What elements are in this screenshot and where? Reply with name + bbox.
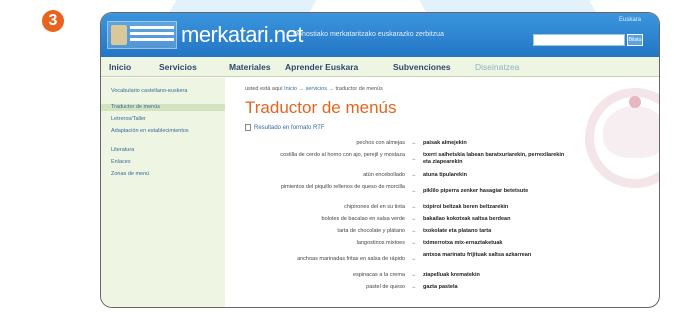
basque-dish: piklilo piperra zenker hasagiar betetsut… [423,188,529,194]
basque-dish: tximerrotxa mix-ernaztaketuak [423,240,503,246]
spanish-dish: pechos con almejas [356,140,405,146]
page-title: Traductor de menús [245,98,397,117]
nav-item-inicio[interactable]: Inicio [109,62,131,72]
site-title[interactable]: merkatari.net [181,22,303,48]
spanish-dish: pastel de queso [366,284,405,290]
spanish-dish: anchoas marinadas fritas en salsa de ráp… [297,256,405,262]
arrow-icon: → [411,216,417,222]
sidebar-item-zonas[interactable]: Zonas de menú [101,171,225,178]
step-number-badge: 3 [42,10,64,32]
nav-item-subvenciones[interactable]: Subvenciones [393,62,451,72]
seal-icon [111,25,127,45]
document-icon [245,124,251,131]
sidebar-item-letreros[interactable]: Letreros/Taller [101,116,225,123]
basque-dish: atuna tipularekin [423,172,468,178]
decorative-cherry [629,96,641,108]
main-content: usted está aquí Inicio → servicios → tra… [225,78,659,307]
sidebar-item-adaptacion[interactable]: Adaptación en establecimientos [101,128,225,135]
language-link[interactable]: Euskara [619,17,641,23]
breadcrumb-current: traductor de menús [335,86,383,92]
arrow-icon: → [411,156,417,162]
spanish-dish: atún encebollado [363,172,405,178]
arrow-icon: → [411,172,417,178]
logo-text-lines [130,26,174,29]
basque-dish: txipiroi beltzak beren beltzarekin [423,204,509,210]
arrow-icon: → [411,228,417,234]
sidebar-item-enlaces[interactable]: Enlaces [101,159,225,166]
spanish-dish: tarta de chocolate y plátano [337,228,405,234]
sidebar-item-traductor[interactable]: Traductor de menús [101,104,225,111]
spanish-dish: espinacas a la crema [353,272,405,278]
arrow-icon: → [411,240,417,246]
basque-dish: ziapelluak krematekin [423,272,480,278]
spanish-dish: costilla de cerdo al horno con ajo, pere… [280,152,405,158]
basque-dish: txokolate eta platano tarta [423,228,492,234]
sidebar-item-vocabulario[interactable]: Vocabulario castellano-euskera [101,88,225,95]
arrow-icon: → [411,140,417,146]
spanish-dish: chipirones del en su tinta [344,204,405,210]
nav-item-aprender-euskara[interactable]: Aprender Euskara [285,62,358,72]
rtf-download-link[interactable]: Resultado en formato RTF [245,124,325,131]
search-input[interactable] [533,34,625,46]
basque-dish: txerri saihetskia labean baratxuriarekin… [423,152,565,165]
breadcrumb-separator: → [298,86,305,92]
breadcrumb: usted está aquí Inicio → servicios → tra… [245,86,383,92]
basque-dish: bakailao kokotxak saltsa berdean [423,216,511,222]
basque-dish: paisak almejekin [423,140,467,146]
decorative-cream [603,106,659,158]
site-header: merkatari.net Donostiako merkataritzako … [101,13,659,57]
sidebar: Vocabulario castellano-euskera Traductor… [101,78,225,307]
sidebar-item-literatura[interactable]: Literatura [101,147,225,154]
main-navigation: Inicio Servicios Materiales Aprender Eus… [101,57,659,77]
breadcrumb-servicios[interactable]: servicios [306,86,327,92]
arrow-icon: → [411,284,417,290]
site-logo[interactable] [107,21,177,49]
rtf-link-label: Resultado en formato RTF [254,125,325,132]
nav-item-materiales[interactable]: Materiales [229,62,271,72]
basque-dish: gazta pastela [423,284,458,290]
basque-dish: antxoa marinatu frijituak saltsa azkarre… [423,252,532,258]
spanish-dish: bolotes de bacalao en salsa verde [321,216,405,222]
breadcrumb-home[interactable]: Inicio [284,86,297,92]
arrow-icon: → [411,272,417,278]
breadcrumb-separator: → [328,86,335,92]
arrow-icon: → [411,188,417,194]
spanish-dish: langostinos mixtoes [356,240,405,246]
spanish-dish: pimientos del piquillo rellenos de queso… [280,184,405,190]
browser-screenshot-frame: merkatari.net Donostiako merkataritzako … [100,12,660,308]
search-button[interactable]: Bilatu [627,34,643,46]
site-tagline: Donostiako merkataritzako euskarazko zer… [293,31,444,38]
breadcrumb-prefix: usted está aquí [245,86,283,92]
arrow-icon: → [411,256,417,262]
nav-item-diseinatzea[interactable]: Diseinatzea [475,62,519,72]
nav-item-servicios[interactable]: Servicios [159,62,197,72]
arrow-icon: → [411,204,417,210]
